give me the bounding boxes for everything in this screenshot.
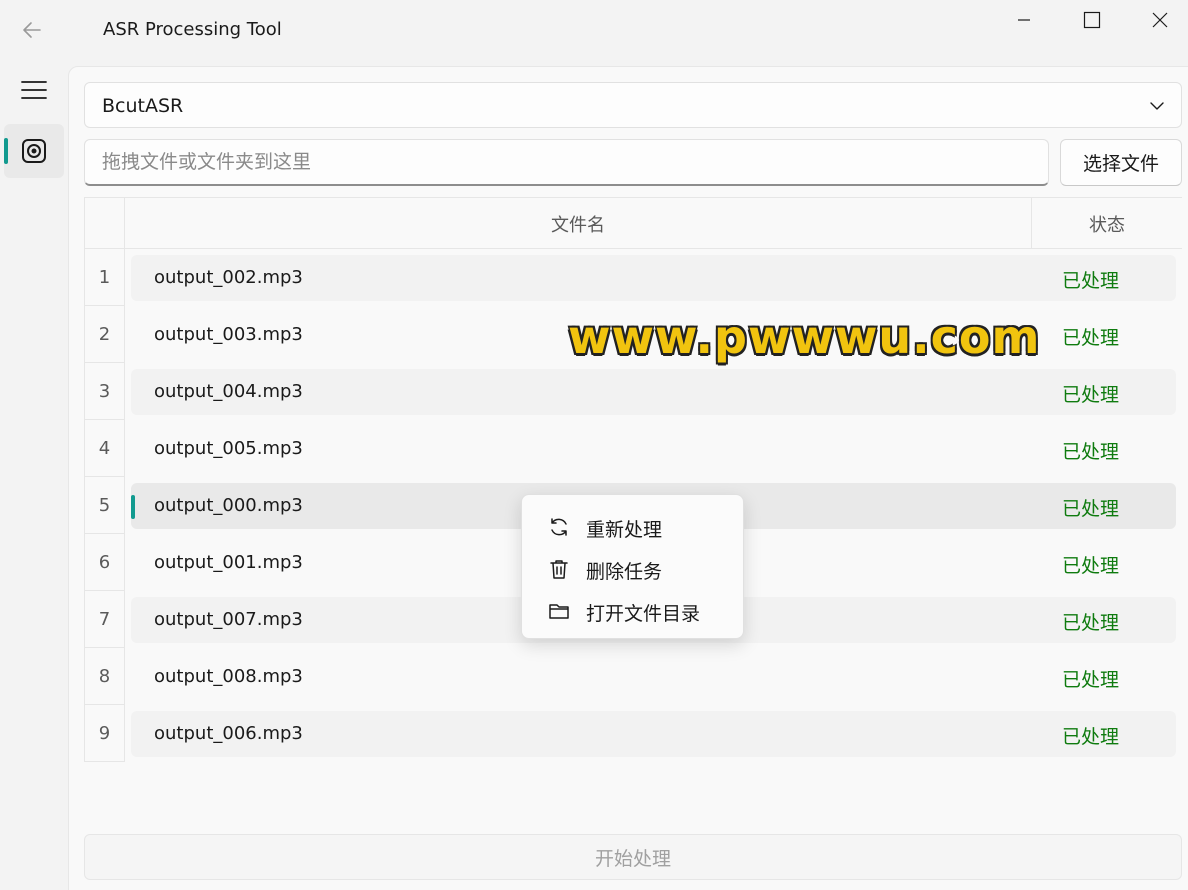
file-name: output_006.mp3 [154, 723, 303, 744]
watermark-text: www.pwwwu.com [568, 310, 1041, 364]
app-title: ASR Processing Tool [103, 19, 282, 40]
table-row[interactable]: 8 output_008.mp3 已处理 [84, 648, 1182, 705]
minimize-icon [1018, 19, 1030, 21]
record-icon [22, 139, 46, 163]
context-menu: 重新处理 删除任务 打开文件目录 [521, 494, 744, 639]
row-cell[interactable]: output_008.mp3 已处理 [131, 654, 1176, 700]
menu-item-reprocess[interactable]: 重新处理 [526, 506, 741, 546]
title-bar: ASR Processing Tool [0, 0, 1188, 62]
maximize-button[interactable] [1058, 0, 1126, 40]
menu-item-label: 打开文件目录 [586, 603, 701, 625]
refresh-icon [551, 518, 567, 536]
file-name: output_004.mp3 [154, 381, 303, 402]
trash-icon [550, 560, 568, 579]
file-status: 已处理 [1062, 555, 1120, 577]
row-number: 7 [84, 591, 125, 648]
file-path-input[interactable] [84, 139, 1049, 186]
back-button[interactable] [12, 10, 52, 50]
asr-engine-select[interactable]: BcutASR [84, 82, 1182, 128]
start-processing-button[interactable]: 开始处理 [84, 834, 1182, 880]
nav-selected-indicator [4, 138, 8, 164]
row-number: 8 [84, 648, 125, 705]
menu-item-delete-task[interactable]: 删除任务 [526, 548, 741, 588]
close-icon [1152, 12, 1168, 28]
row-number: 1 [84, 249, 125, 306]
row-cell[interactable]: output_005.mp3 已处理 [131, 426, 1176, 472]
row-cell[interactable]: output_006.mp3 已处理 [131, 711, 1176, 757]
table-corner [84, 198, 125, 249]
file-status: 已处理 [1062, 327, 1120, 349]
row-number: 6 [84, 534, 125, 591]
table-row[interactable]: 4 output_005.mp3 已处理 [84, 420, 1182, 477]
table-row[interactable]: 3 output_004.mp3 已处理 [84, 363, 1182, 420]
asr-engine-value: BcutASR [102, 95, 184, 117]
file-name: output_008.mp3 [154, 666, 303, 687]
navigation-rail [0, 62, 68, 890]
row-number: 9 [84, 705, 125, 762]
file-status: 已处理 [1062, 270, 1120, 292]
file-status: 已处理 [1062, 441, 1120, 463]
row-selected-indicator [131, 495, 135, 519]
table-header: 文件名 状态 [84, 197, 1182, 249]
file-status: 已处理 [1062, 726, 1120, 748]
file-name: output_007.mp3 [154, 609, 303, 630]
file-name: output_003.mp3 [154, 324, 303, 345]
row-cell[interactable]: output_004.mp3 已处理 [131, 369, 1176, 415]
row-number: 5 [84, 477, 125, 534]
minimize-button[interactable] [990, 0, 1058, 40]
maximize-icon [1083, 11, 1101, 29]
nav-item-asr[interactable] [4, 124, 64, 178]
file-status: 已处理 [1062, 384, 1120, 406]
close-button[interactable] [1126, 0, 1188, 40]
column-header-status[interactable]: 状态 [1032, 198, 1182, 249]
row-number: 2 [84, 306, 125, 363]
row-cell[interactable]: output_002.mp3 已处理 [131, 255, 1176, 301]
file-status: 已处理 [1062, 498, 1120, 520]
menu-item-open-folder[interactable]: 打开文件目录 [526, 590, 741, 630]
task-table: 文件名 状态 1 output_002.mp3 已处理 2 output_003… [84, 197, 1182, 762]
table-row[interactable]: 1 output_002.mp3 已处理 [84, 249, 1182, 306]
file-name: output_000.mp3 [154, 495, 303, 516]
file-name: output_005.mp3 [154, 438, 303, 459]
chevron-down-icon [1150, 102, 1164, 110]
select-file-button[interactable]: 选择文件 [1060, 139, 1182, 186]
hamburger-icon [21, 81, 47, 99]
file-name: output_002.mp3 [154, 267, 303, 288]
file-status: 已处理 [1062, 669, 1120, 691]
row-number: 3 [84, 363, 125, 420]
table-row[interactable]: 9 output_006.mp3 已处理 [84, 705, 1182, 762]
menu-item-label: 删除任务 [586, 561, 663, 583]
menu-item-label: 重新处理 [586, 519, 663, 541]
file-name: output_001.mp3 [154, 552, 303, 573]
folder-icon [549, 604, 569, 619]
row-number: 4 [84, 420, 125, 477]
column-header-filename[interactable]: 文件名 [125, 198, 1032, 249]
menu-button[interactable] [6, 70, 62, 110]
file-status: 已处理 [1062, 612, 1120, 634]
arrow-left-icon [23, 22, 41, 38]
